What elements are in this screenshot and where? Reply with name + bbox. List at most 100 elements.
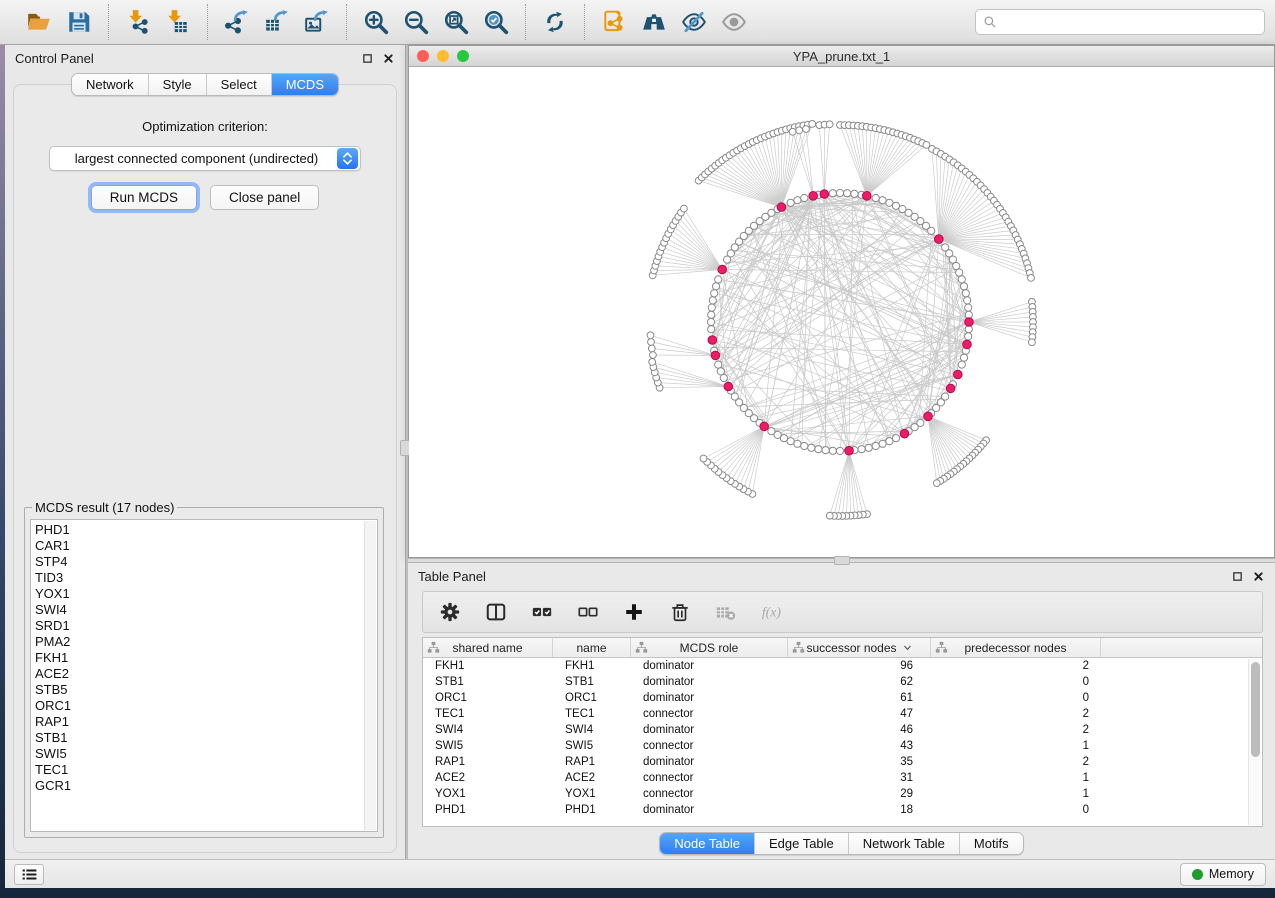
zoom-selected-icon[interactable] [476,4,516,40]
export-table-icon[interactable] [257,4,297,40]
table-scrollbar-thumb[interactable] [1251,662,1260,757]
table-row[interactable]: STB1STB1dominator620 [423,674,1262,690]
cell-shared-name[interactable]: ORC1 [423,692,553,704]
show-hide-panels-icon[interactable] [674,4,714,40]
open-session-icon[interactable] [19,4,59,40]
apply-layout-icon[interactable] [535,4,575,40]
cell-predecessor-nodes[interactable]: 1 [931,740,1101,752]
cell-MCDS-role[interactable]: dominator [631,676,788,688]
cell-successor-nodes[interactable]: 46 [788,724,931,736]
minimize-window-icon[interactable] [437,50,449,62]
mcds-result-item[interactable]: TID3 [35,570,363,586]
mcds-result-item[interactable]: ACE2 [35,666,363,682]
mcds-result-item[interactable]: STB1 [35,730,363,746]
table-scrollbar[interactable] [1248,659,1261,825]
export-network-icon[interactable] [217,4,257,40]
table-row[interactable]: SWI4SWI4dominator462 [423,722,1262,738]
cell-successor-nodes[interactable]: 62 [788,676,931,688]
vertical-splitter[interactable] [405,45,408,859]
column-header-predecessor-nodes[interactable]: predecessor nodes [931,638,1101,657]
horizontal-splitter[interactable] [408,558,1275,563]
cell-shared-name[interactable]: RAP1 [423,756,553,768]
cell-name[interactable]: SWI4 [553,724,631,736]
import-network-icon[interactable] [118,4,158,40]
zoom-window-icon[interactable] [457,50,469,62]
table-row[interactable]: PHD1PHD1dominator180 [423,802,1262,818]
cell-predecessor-nodes[interactable]: 1 [931,772,1101,784]
mcds-result-item[interactable]: SWI4 [35,602,363,618]
cell-MCDS-role[interactable]: dominator [631,660,788,672]
table-row[interactable]: ORC1ORC1dominator610 [423,690,1262,706]
mcds-result-item[interactable]: SWI5 [35,746,363,762]
zoom-in-icon[interactable] [356,4,396,40]
import-table-icon[interactable] [158,4,198,40]
column-header-successor-nodes[interactable]: successor nodes [788,638,931,657]
tab-style[interactable]: Style [148,74,206,95]
cell-successor-nodes[interactable]: 96 [788,660,931,672]
cell-predecessor-nodes[interactable]: 0 [931,676,1101,688]
network-search-box[interactable] [975,9,1265,35]
cell-shared-name[interactable]: PHD1 [423,804,553,816]
cell-predecessor-nodes[interactable]: 2 [931,756,1101,768]
deselect-all-icon[interactable] [575,599,601,625]
tab-node-table[interactable]: Node Table [660,833,754,854]
cell-name[interactable]: YOX1 [553,788,631,800]
cell-successor-nodes[interactable]: 18 [788,804,931,816]
table-row[interactable]: YOX1YOX1connector291 [423,786,1262,802]
run-mcds-button[interactable]: Run MCDS [91,185,197,210]
export-image-icon[interactable] [297,4,337,40]
mcds-result-item[interactable]: GCR1 [35,778,363,794]
horizontal-splitter-handle[interactable] [834,556,850,565]
cell-shared-name[interactable]: YOX1 [423,788,553,800]
cell-predecessor-nodes[interactable]: 2 [931,660,1101,672]
cell-shared-name[interactable]: SWI4 [423,724,553,736]
table-row[interactable]: TEC1TEC1connector472 [423,706,1262,722]
show-panels-list-button[interactable] [14,864,44,885]
cell-predecessor-nodes[interactable]: 2 [931,708,1101,720]
column-header-MCDS-role[interactable]: MCDS role [631,638,788,657]
cell-successor-nodes[interactable]: 31 [788,772,931,784]
cell-successor-nodes[interactable]: 29 [788,788,931,800]
cell-shared-name[interactable]: TEC1 [423,708,553,720]
mcds-result-item[interactable]: CAR1 [35,538,363,554]
optimization-criterion-dropdown[interactable]: largest connected component (undirected) [49,146,361,171]
mcds-result-item[interactable]: TEC1 [35,762,363,778]
cell-shared-name[interactable]: STB1 [423,676,553,688]
tab-select[interactable]: Select [206,74,271,95]
network-canvas[interactable] [409,67,1274,557]
cell-shared-name[interactable]: SWI5 [423,740,553,752]
table-row[interactable]: SWI5SWI5connector431 [423,738,1262,754]
mcds-list-scrollbar[interactable] [364,521,376,830]
cell-MCDS-role[interactable]: connector [631,788,788,800]
mcds-result-item[interactable]: SRD1 [35,618,363,634]
table-row[interactable]: FKH1FKH1dominator962 [423,658,1262,674]
network-window-titlebar[interactable]: YPA_prune.txt_1 [409,46,1274,67]
cell-MCDS-role[interactable]: dominator [631,804,788,816]
columns-icon[interactable] [483,599,509,625]
float-table-panel-icon[interactable] [1231,570,1244,583]
cell-name[interactable]: ORC1 [553,692,631,704]
cell-predecessor-nodes[interactable]: 2 [931,724,1101,736]
tab-edge-table[interactable]: Edge Table [754,833,848,854]
cell-name[interactable]: ACE2 [553,772,631,784]
delete-icon[interactable] [667,599,693,625]
cell-name[interactable]: SWI5 [553,740,631,752]
cell-MCDS-role[interactable]: dominator [631,692,788,704]
column-header-shared-name[interactable]: shared name [423,638,553,657]
mcds-result-item[interactable]: YOX1 [35,586,363,602]
search-input[interactable] [1002,15,1257,30]
gear-icon[interactable] [437,599,463,625]
cell-MCDS-role[interactable]: connector [631,772,788,784]
mcds-result-item[interactable]: ORC1 [35,698,363,714]
close-panel-icon[interactable] [382,52,395,65]
cell-successor-nodes[interactable]: 47 [788,708,931,720]
float-panel-icon[interactable] [361,52,374,65]
cell-name[interactable]: RAP1 [553,756,631,768]
cell-successor-nodes[interactable]: 43 [788,740,931,752]
memory-button[interactable]: Memory [1180,863,1266,886]
cell-successor-nodes[interactable]: 61 [788,692,931,704]
table-row[interactable]: ACE2ACE2connector311 [423,770,1262,786]
cell-predecessor-nodes[interactable]: 1 [931,788,1101,800]
mcds-result-listbox[interactable]: PHD1CAR1STP4TID3YOX1SWI4SRD1PMA2FKH1ACE2… [30,519,378,832]
zoom-out-icon[interactable] [396,4,436,40]
